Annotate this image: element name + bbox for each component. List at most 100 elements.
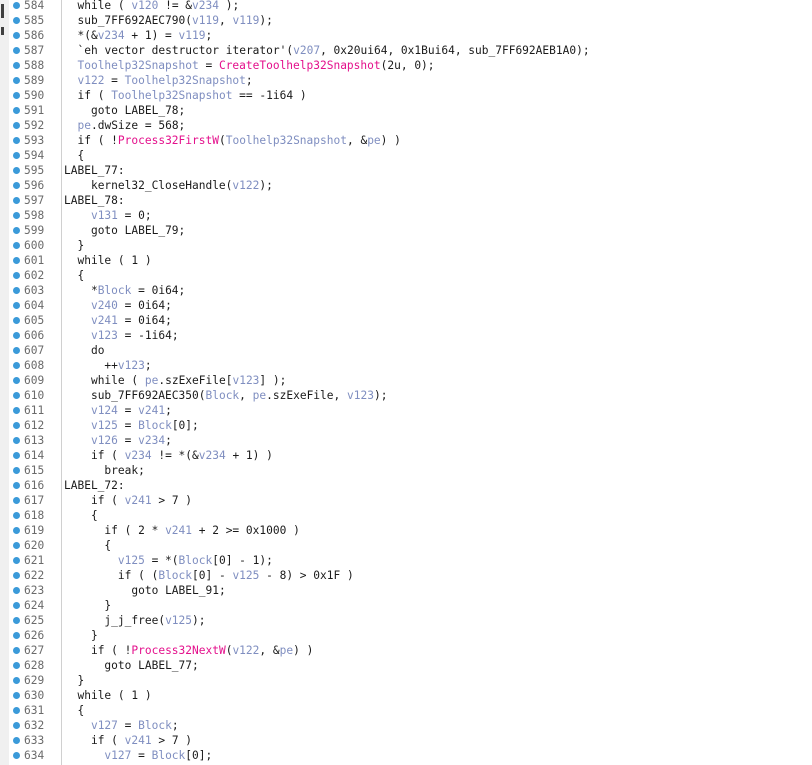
- code-line[interactable]: 631 {: [0, 703, 812, 718]
- code-line[interactable]: 617 if ( v241 > 7 ): [0, 493, 812, 508]
- code-line[interactable]: 604 v240 = 0i64;: [0, 298, 812, 313]
- code-text[interactable]: v240 = 0i64;: [64, 298, 172, 313]
- breakpoint-dot-icon[interactable]: [13, 437, 20, 444]
- breakpoint-dot-icon[interactable]: [13, 302, 20, 309]
- code-line[interactable]: 600 }: [0, 238, 812, 253]
- code-text[interactable]: goto LABEL_78;: [64, 103, 185, 118]
- code-line[interactable]: 591 goto LABEL_78;: [0, 103, 812, 118]
- code-text[interactable]: {: [64, 148, 84, 163]
- code-text[interactable]: *(&v234 + 1) = v119;: [64, 28, 212, 43]
- code-line[interactable]: 603 *Block = 0i64;: [0, 283, 812, 298]
- code-text[interactable]: if ( (Block[0] - v125 - 8) > 0x1F ): [64, 568, 354, 583]
- breakpoint-dot-icon[interactable]: [13, 2, 20, 9]
- code-text[interactable]: if ( v234 != *(&v234 + 1) ): [64, 448, 273, 463]
- code-line[interactable]: 625 j_j_free(v125);: [0, 613, 812, 628]
- breakpoint-dot-icon[interactable]: [13, 527, 20, 534]
- code-line[interactable]: 628 goto LABEL_77;: [0, 658, 812, 673]
- breakpoint-dot-icon[interactable]: [13, 47, 20, 54]
- breakpoint-dot-icon[interactable]: [13, 227, 20, 234]
- breakpoint-dot-icon[interactable]: [13, 737, 20, 744]
- code-line[interactable]: 619 if ( 2 * v241 + 2 >= 0x1000 ): [0, 523, 812, 538]
- code-text[interactable]: v127 = Block[0];: [64, 748, 212, 763]
- code-line[interactable]: 606 v123 = -1i64;: [0, 328, 812, 343]
- code-line[interactable]: 624 }: [0, 598, 812, 613]
- code-text[interactable]: v126 = v234;: [64, 433, 172, 448]
- code-line[interactable]: 590 if ( Toolhelp32Snapshot == -1i64 ): [0, 88, 812, 103]
- code-line[interactable]: 626 }: [0, 628, 812, 643]
- code-line[interactable]: 597 LABEL_78:: [0, 193, 812, 208]
- code-line[interactable]: 584 while ( v120 != &v234 );: [0, 0, 812, 13]
- breakpoint-dot-icon[interactable]: [13, 17, 20, 24]
- code-line[interactable]: 623 goto LABEL_91;: [0, 583, 812, 598]
- code-text[interactable]: {: [64, 538, 111, 553]
- code-text[interactable]: v241 = 0i64;: [64, 313, 172, 328]
- breakpoint-dot-icon[interactable]: [13, 377, 20, 384]
- code-line[interactable]: 611 v124 = v241;: [0, 403, 812, 418]
- code-text[interactable]: {: [64, 268, 84, 283]
- breakpoint-dot-icon[interactable]: [13, 647, 20, 654]
- code-line[interactable]: 593 if ( !Process32FirstW(Toolhelp32Snap…: [0, 133, 812, 148]
- code-line[interactable]: 585 sub_7FF692AEC790(v119, v119);: [0, 13, 812, 28]
- breakpoint-dot-icon[interactable]: [13, 212, 20, 219]
- code-text[interactable]: if ( v241 > 7 ): [64, 733, 192, 748]
- code-text[interactable]: pe.dwSize = 568;: [64, 118, 185, 133]
- code-line[interactable]: 587 `eh vector destructor iterator'(v207…: [0, 43, 812, 58]
- code-line[interactable]: 598 v131 = 0;: [0, 208, 812, 223]
- breakpoint-dot-icon[interactable]: [13, 167, 20, 174]
- code-line[interactable]: 594 {: [0, 148, 812, 163]
- code-text[interactable]: }: [64, 673, 84, 688]
- breakpoint-dot-icon[interactable]: [13, 317, 20, 324]
- code-text[interactable]: kernel32_CloseHandle(v122);: [64, 178, 273, 193]
- code-text[interactable]: goto LABEL_91;: [64, 583, 225, 598]
- code-text[interactable]: while ( pe.szExeFile[v123] );: [64, 373, 286, 388]
- code-line[interactable]: 586 *(&v234 + 1) = v119;: [0, 28, 812, 43]
- code-line[interactable]: 612 v125 = Block[0];: [0, 418, 812, 433]
- code-text[interactable]: {: [64, 508, 98, 523]
- breakpoint-dot-icon[interactable]: [13, 572, 20, 579]
- breakpoint-dot-icon[interactable]: [13, 122, 20, 129]
- breakpoint-dot-icon[interactable]: [13, 617, 20, 624]
- breakpoint-dot-icon[interactable]: [13, 662, 20, 669]
- code-text[interactable]: v125 = Block[0];: [64, 418, 199, 433]
- breakpoint-dot-icon[interactable]: [13, 512, 20, 519]
- breakpoint-dot-icon[interactable]: [13, 137, 20, 144]
- breakpoint-dot-icon[interactable]: [13, 692, 20, 699]
- code-line[interactable]: 615 break;: [0, 463, 812, 478]
- breakpoint-dot-icon[interactable]: [13, 92, 20, 99]
- breakpoint-dot-icon[interactable]: [13, 257, 20, 264]
- breakpoint-dot-icon[interactable]: [13, 422, 20, 429]
- breakpoint-dot-icon[interactable]: [13, 452, 20, 459]
- code-text[interactable]: if ( !Process32NextW(v122, &pe) ): [64, 643, 313, 658]
- breakpoint-dot-icon[interactable]: [13, 62, 20, 69]
- code-text[interactable]: {: [64, 703, 84, 718]
- code-text[interactable]: LABEL_78:: [64, 193, 125, 208]
- code-text[interactable]: v122 = Toolhelp32Snapshot;: [64, 73, 252, 88]
- code-text[interactable]: sub_7FF692AEC790(v119, v119);: [64, 13, 272, 28]
- code-line[interactable]: 622 if ( (Block[0] - v125 - 8) > 0x1F ): [0, 568, 812, 583]
- breakpoint-dot-icon[interactable]: [13, 287, 20, 294]
- code-text[interactable]: while ( 1 ): [64, 253, 151, 268]
- code-text[interactable]: Toolhelp32Snapshot = CreateToolhelp32Sna…: [64, 58, 434, 73]
- code-text[interactable]: sub_7FF692AEC350(Block, pe.szExeFile, v1…: [64, 388, 387, 403]
- code-text[interactable]: *Block = 0i64;: [64, 283, 185, 298]
- code-line[interactable]: 605 v241 = 0i64;: [0, 313, 812, 328]
- breakpoint-dot-icon[interactable]: [13, 242, 20, 249]
- code-line[interactable]: 589 v122 = Toolhelp32Snapshot;: [0, 73, 812, 88]
- code-line[interactable]: 588 Toolhelp32Snapshot = CreateToolhelp3…: [0, 58, 812, 73]
- pseudocode-view[interactable]: 584 while ( v120 != &v234 ); 585 sub_7FF6…: [0, 0, 812, 765]
- code-text[interactable]: ++v123;: [64, 358, 151, 373]
- breakpoint-dot-icon[interactable]: [13, 32, 20, 39]
- breakpoint-dot-icon[interactable]: [13, 467, 20, 474]
- code-line[interactable]: 633 if ( v241 > 7 ): [0, 733, 812, 748]
- code-text[interactable]: if ( 2 * v241 + 2 >= 0x1000 ): [64, 523, 299, 538]
- code-line[interactable]: 634 v127 = Block[0];: [0, 748, 812, 763]
- breakpoint-dot-icon[interactable]: [13, 407, 20, 414]
- breakpoint-dot-icon[interactable]: [13, 632, 20, 639]
- breakpoint-dot-icon[interactable]: [13, 707, 20, 714]
- breakpoint-dot-icon[interactable]: [13, 77, 20, 84]
- breakpoint-dot-icon[interactable]: [13, 557, 20, 564]
- code-text[interactable]: LABEL_77:: [64, 163, 125, 178]
- code-text[interactable]: `eh vector destructor iterator'(v207, 0x…: [64, 43, 589, 58]
- code-line[interactable]: 610 sub_7FF692AEC350(Block, pe.szExeFile…: [0, 388, 812, 403]
- code-line[interactable]: 607 do: [0, 343, 812, 358]
